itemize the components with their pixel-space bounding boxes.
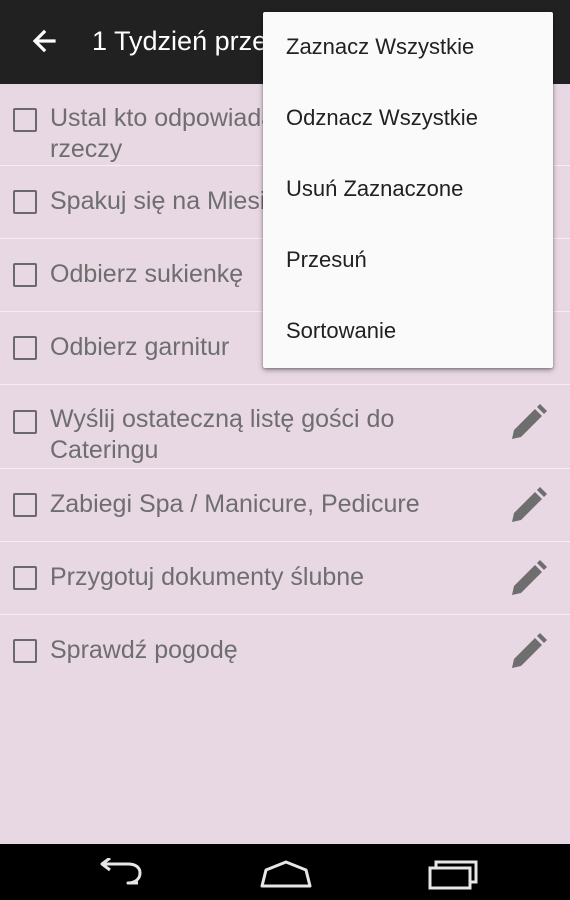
nav-back-button[interactable] [94, 856, 146, 890]
menu-item-label: Sortowanie [286, 318, 397, 343]
menu-item-label: Odznacz Wszystkie [286, 105, 478, 130]
menu-item-select-all[interactable]: Zaznacz Wszystkie [263, 12, 553, 83]
edit-button[interactable] [508, 559, 548, 599]
page-title: 1 Tydzień przed [92, 26, 283, 56]
nav-home-button[interactable] [258, 858, 314, 890]
arrow-back-icon [32, 29, 56, 53]
system-nav-bar [0, 844, 570, 900]
pencil-icon [512, 560, 547, 595]
nav-home-icon [260, 860, 312, 888]
edit-button[interactable] [508, 403, 548, 443]
menu-item-label: Zaznacz Wszystkie [286, 34, 475, 59]
task-checkbox[interactable] [13, 493, 37, 517]
nav-recents-icon [428, 860, 478, 890]
task-checkbox[interactable] [13, 263, 37, 287]
task-checkbox[interactable] [13, 336, 37, 360]
nav-back-icon [100, 856, 142, 885]
task-checkbox[interactable] [13, 410, 37, 434]
list-item[interactable]: Sprawdź pogodę [0, 615, 570, 688]
task-checkbox[interactable] [13, 190, 37, 214]
list-item[interactable]: Przygotuj dokumenty ślubne [0, 542, 570, 615]
task-checkbox[interactable] [13, 108, 37, 132]
pencil-icon [512, 487, 547, 522]
menu-item-delete-selected[interactable]: Usuń Zaznaczone [263, 154, 553, 225]
menu-item-label: Usuń Zaznaczone [286, 176, 464, 201]
task-label: Sprawdź pogodę [50, 636, 238, 664]
menu-item-sort[interactable]: Sortowanie [263, 296, 553, 367]
task-label: Przygotuj dokumenty ślubne [50, 563, 365, 591]
nav-recents-button[interactable] [426, 858, 480, 890]
task-label: Wyślij ostateczną listę gości do Caterin… [50, 405, 395, 464]
list-item[interactable]: Zabiegi Spa / Manicure, Pedicure [0, 469, 570, 542]
pencil-icon [512, 633, 547, 668]
task-label: Zabiegi Spa / Manicure, Pedicure [50, 490, 420, 518]
edit-button[interactable] [508, 632, 548, 672]
edit-button[interactable] [508, 486, 548, 526]
menu-item-deselect-all[interactable]: Odznacz Wszystkie [263, 83, 553, 154]
pencil-icon [512, 404, 547, 439]
overflow-menu: Zaznacz Wszystkie Odznacz Wszystkie Usuń… [263, 12, 553, 368]
task-checkbox[interactable] [13, 639, 37, 663]
task-checkbox[interactable] [13, 566, 37, 590]
menu-item-move[interactable]: Przesuń [263, 225, 553, 296]
list-item[interactable]: Wyślij ostateczną listę gości do Caterin… [0, 385, 570, 469]
menu-item-label: Przesuń [286, 247, 367, 272]
back-button[interactable] [22, 20, 66, 64]
